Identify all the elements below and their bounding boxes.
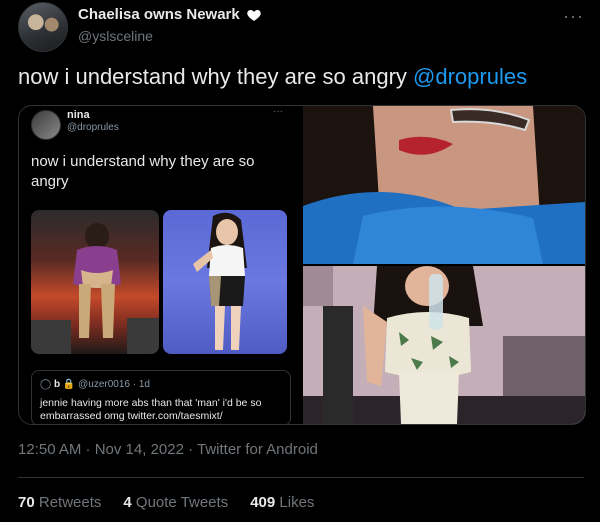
stat-label: Quote Tweets: [135, 494, 229, 511]
stat-likes[interactable]: 409 Likes: [250, 494, 314, 511]
media-photo-screenshot[interactable]: nina @droprules ··· now i understand why…: [19, 106, 301, 424]
more-options-icon[interactable]: ···: [563, 6, 584, 27]
stat-count: 4: [123, 494, 132, 511]
inner-more-icon: ···: [273, 106, 283, 117]
performer-figure-b: [193, 212, 247, 350]
performer-figure-a: [31, 223, 159, 354]
inner-photo-stage: [31, 210, 159, 354]
reply-avatar-icon: ◯: [40, 379, 52, 390]
white-heart-icon: [247, 9, 261, 21]
lock-icon: 🔒: [62, 379, 76, 390]
author-handle[interactable]: @yslsceline: [78, 28, 153, 44]
closeup-photo-art: [303, 106, 585, 264]
inner-reply-text: jennie having more abs than that 'man' i…: [40, 397, 262, 422]
reply-user: b: [53, 379, 61, 390]
stage-photo-art: [303, 266, 585, 424]
author-display-name[interactable]: Chaelisa owns Newark: [78, 6, 240, 23]
tweet-timestamp[interactable]: 12:50 AM · Nov 14, 2022 · Twitter for An…: [18, 441, 318, 458]
media-photo-closeup[interactable]: [303, 106, 585, 264]
inner-tweet-text: now i understand why they are so angry: [31, 153, 255, 190]
author-avatar[interactable]: [18, 2, 68, 52]
inner-photo-performer: [163, 210, 287, 354]
media-grid: nina @droprules ··· now i understand why…: [18, 105, 586, 425]
reply-handle: @uzer0016 · 1d: [78, 379, 150, 390]
media-photo-stage[interactable]: [303, 266, 585, 424]
inner-author-name: nina: [67, 109, 90, 121]
stat-label: Likes: [279, 494, 315, 511]
divider: [18, 477, 584, 478]
tweet-header: Chaelisa owns Newark @yslsceline ···: [18, 2, 588, 52]
stat-retweets[interactable]: 70 Retweets: [18, 494, 101, 511]
inner-reply-card: ◯ b 🔒 @uzer0016 · 1d jennie having more …: [31, 370, 291, 424]
tweet-body: now i understand why they are so angry: [18, 64, 407, 89]
stat-count: 409: [250, 494, 276, 511]
inner-avatar: [31, 110, 61, 140]
engagement-stats: 70 Retweets 4 Quote Tweets 409 Likes: [18, 494, 314, 511]
tweet-text: now i understand why they are so angry @…: [18, 64, 527, 90]
stat-label: Retweets: [38, 494, 102, 511]
inner-author-handle: @droprules: [67, 122, 119, 133]
inner-reply-meta: ◯ b 🔒 @uzer0016 · 1d: [40, 379, 150, 390]
mention-link[interactable]: @droprules: [413, 64, 527, 89]
author-name-line: Chaelisa owns Newark: [78, 6, 262, 23]
stat-count: 70: [18, 494, 35, 511]
stat-quote-tweets[interactable]: 4 Quote Tweets: [123, 494, 228, 511]
